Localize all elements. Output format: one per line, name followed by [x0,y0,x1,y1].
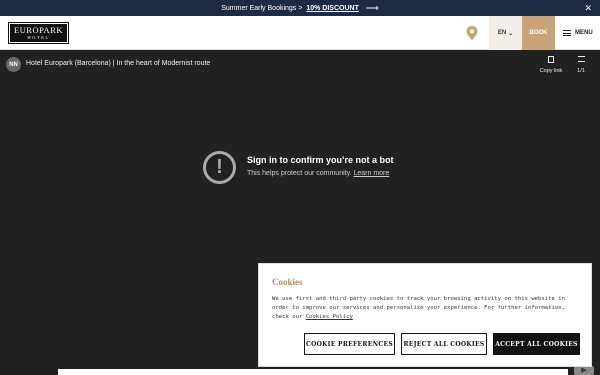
cookie-banner: Cookies We use first and third-party coo… [258,263,592,367]
playlist-counter[interactable]: 1/1 [573,56,589,74]
learn-more-link[interactable]: Learn more [353,170,389,177]
chevron-down-icon: ⌄ [508,30,514,37]
language-label: EN [497,30,507,36]
video-bottom-bar [58,369,568,375]
copy-link-label: Copy link [539,68,563,74]
cookie-buttons: COOKIE PREFERENCES REJECT ALL COOKIES AC… [304,333,580,355]
language-selector[interactable]: EN ⌄ [489,16,522,50]
arrow-right-icon: ⟶ [365,2,379,13]
playlist-counter-label: 1/1 [577,68,585,74]
cookie-title: Cookies [272,277,303,287]
accept-all-cookies-button[interactable]: ACCEPT ALL COOKIES [493,333,580,355]
site-header: EUROPARK HOTEL EN ⌄ BOOK MENU [0,16,600,50]
menu-button[interactable]: MENU [563,16,593,50]
bot-check-text: This helps protect our community. [247,170,352,177]
video-title[interactable]: Hotel Europark (Barcelona) | In the hear… [26,60,210,67]
channel-avatar[interactable]: NN [6,57,21,72]
bot-check-title: Sign in to confirm you’re not a bot [247,155,394,165]
location-pin-icon[interactable] [466,26,478,40]
europark-logo[interactable]: EUROPARK HOTEL [8,22,69,44]
hamburger-icon [563,30,571,36]
playlist-icon [577,56,585,62]
close-icon[interactable]: ✕ [584,3,592,14]
cookies-policy-link[interactable]: Cookies Policy [306,314,353,320]
logo-line-1: EUROPARK [13,25,64,35]
copy-icon [548,56,554,63]
logo-line-2: HOTEL [27,35,50,40]
promo-text: Summer Early Bookings > [221,4,303,12]
alert-icon: ! [203,151,236,184]
menu-label: MENU [575,30,593,36]
promo-bar[interactable]: Summer Early Bookings > 10% DISCOUNT ⟶ ✕ [0,0,600,16]
play-icon[interactable]: ▶ [574,366,594,375]
reject-all-cookies-button[interactable]: REJECT ALL COOKIES [401,333,487,355]
bot-check-subtitle: This helps protect our community. Learn … [247,170,389,177]
cookie-preferences-button[interactable]: COOKIE PREFERENCES [304,333,395,355]
promo-discount-link[interactable]: 10% DISCOUNT [306,5,359,12]
book-button[interactable]: BOOK [522,16,555,50]
copy-link-button[interactable]: Copy link [533,56,569,74]
cookie-body: We use first and third-party cookies to … [272,295,572,322]
